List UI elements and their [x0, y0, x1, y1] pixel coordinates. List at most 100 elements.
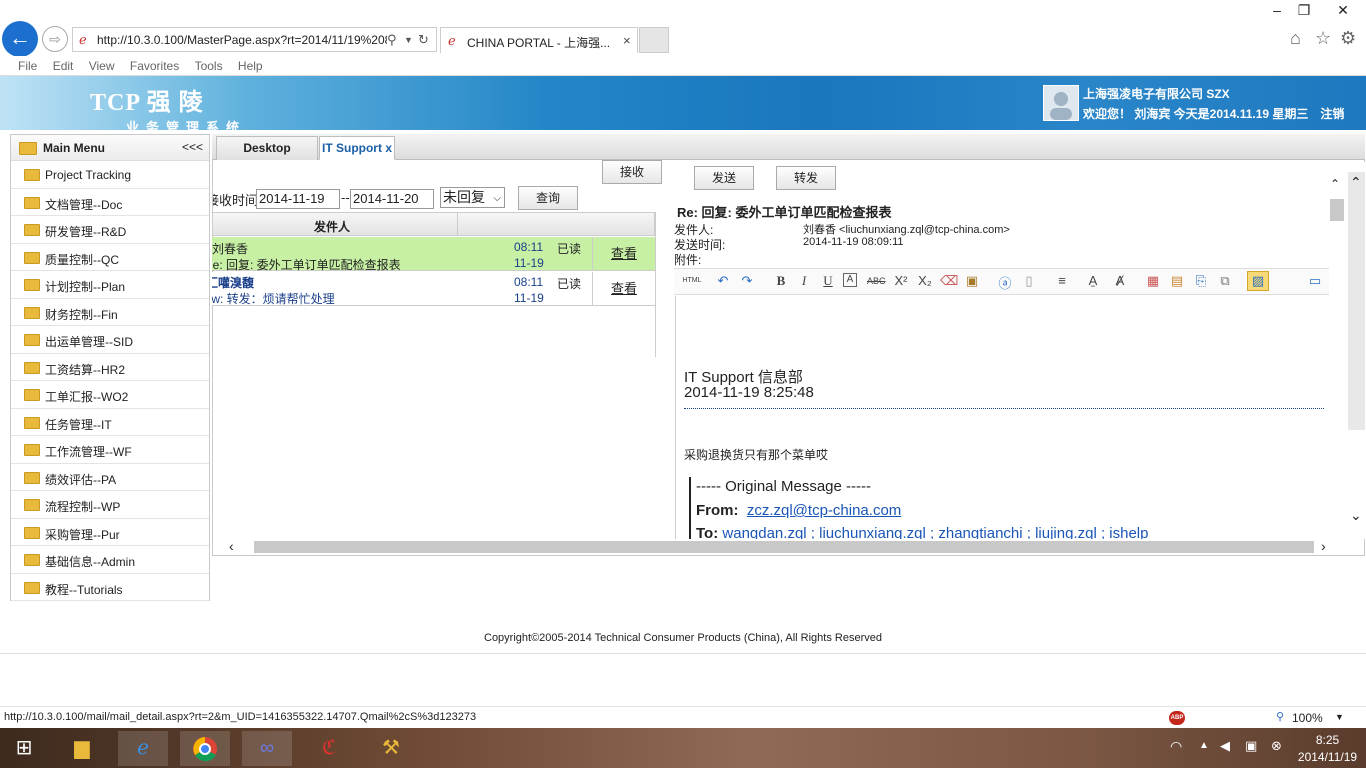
redo-icon[interactable]: ↷: [738, 273, 756, 289]
tab-it-support[interactable]: IT Support x: [319, 136, 395, 160]
browser-tab[interactable]: ℯ CHINA PORTAL - 上海强... ×: [440, 27, 638, 53]
image-icon[interactable]: ▦: [1144, 273, 1162, 289]
menu-edit[interactable]: Edit: [53, 56, 74, 76]
internet-explorer-icon[interactable]: ℯ: [118, 731, 168, 766]
sender-column-header[interactable]: 发件人: [314, 218, 350, 235]
underline-icon[interactable]: U: [819, 273, 837, 289]
sidebar-item[interactable]: Project Tracking: [11, 161, 209, 189]
clock-date[interactable]: 2014/11/19: [1295, 750, 1360, 764]
menu-favorites[interactable]: Favorites: [130, 56, 179, 76]
wifi-icon[interactable]: ◠: [1170, 738, 1182, 755]
subscript-icon[interactable]: X₂: [916, 273, 934, 288]
justify-icon[interactable]: ≡: [1053, 273, 1071, 288]
forward-button[interactable]: 转发: [776, 166, 836, 190]
tab-close-icon[interactable]: x: [385, 141, 392, 155]
volume-icon[interactable]: ◀: [1220, 738, 1230, 754]
mail-row[interactable]: 汇嚾溴馥 Fw: 转发：烦请帮忙处理 08:11 11-19 已读 查看: [212, 272, 655, 306]
status-select[interactable]: 未回复 ⌵: [440, 187, 505, 208]
original-from-link[interactable]: zcz.zql@tcp-china.com: [747, 502, 901, 519]
horizontal-scrollbar[interactable]: ‹ ›: [213, 538, 1336, 555]
date-from-input[interactable]: 2014-11-19: [256, 189, 340, 209]
query-button[interactable]: 查询: [518, 186, 578, 210]
sidebar-item[interactable]: 质量控制--QC: [11, 244, 209, 271]
menu-tools[interactable]: Tools: [195, 56, 223, 76]
attachment-icon[interactable]: ⎘: [1192, 273, 1210, 289]
action-center-icon[interactable]: ⊗: [1271, 738, 1282, 754]
font-color-icon[interactable]: A: [843, 273, 857, 287]
font-size-up-icon[interactable]: A̱: [1084, 273, 1102, 288]
scroll-right-icon[interactable]: ›: [1321, 538, 1326, 554]
preview-mode-icon[interactable]: ▨: [1247, 271, 1269, 291]
sidebar-item[interactable]: 财务控制--Fin: [11, 299, 209, 326]
sidebar-item[interactable]: 工资结算--HR2: [11, 354, 209, 381]
app-red-icon[interactable]: ℭ: [304, 731, 354, 766]
refresh-icon[interactable]: ↻: [418, 32, 429, 48]
fullscreen-icon[interactable]: ▭: [1306, 273, 1324, 289]
back-button[interactable]: ←: [2, 21, 38, 57]
sidebar-item[interactable]: 任务管理--IT: [11, 409, 209, 436]
strikethrough-icon[interactable]: ABC: [867, 276, 886, 286]
windows-start-icon[interactable]: ⊞: [0, 731, 48, 766]
dropdown-icon[interactable]: ▼: [404, 35, 413, 45]
scroll-down-icon[interactable]: ⌄: [1350, 507, 1362, 524]
font-size-down-icon[interactable]: Ⱥ: [1111, 273, 1129, 288]
logout-link[interactable]: 注销: [1320, 107, 1344, 121]
clock-time[interactable]: 8:25: [1300, 733, 1355, 747]
zoom-dropdown-icon[interactable]: ▼: [1335, 712, 1344, 722]
settings-gear-icon[interactable]: ⚙: [1340, 28, 1356, 49]
sidebar-item[interactable]: 工单汇报--WO2: [11, 381, 209, 409]
tab-desktop[interactable]: Desktop: [216, 136, 318, 160]
search-icon[interactable]: ⚲: [387, 32, 397, 48]
network-icon[interactable]: ▣: [1245, 738, 1257, 754]
scroll-left-icon[interactable]: ‹: [229, 538, 234, 554]
zoom-icon[interactable]: ⚲: [1276, 710, 1284, 723]
restore-button[interactable]: ❐: [1291, 2, 1317, 19]
tab-close-icon[interactable]: ×: [623, 33, 631, 48]
sidebar-item[interactable]: 出运单管理--SID: [11, 326, 209, 354]
vertical-scrollbar[interactable]: ⌃ ⌃ ⌄: [1329, 162, 1365, 539]
scroll-up-small-icon[interactable]: ⌃: [1330, 177, 1340, 191]
html-source-icon[interactable]: HTML: [680, 277, 704, 284]
media-icon[interactable]: ▤: [1168, 273, 1186, 289]
menu-help[interactable]: Help: [238, 56, 263, 76]
sidebar-item[interactable]: 研发管理--R&D: [11, 216, 209, 244]
scroll-thumb[interactable]: [1330, 199, 1344, 221]
bold-icon[interactable]: B: [772, 273, 790, 289]
sidebar-item[interactable]: 文档管理--Doc: [11, 189, 209, 216]
collapse-menu-button[interactable]: <<<: [182, 140, 203, 154]
scroll-up-icon[interactable]: ⌃: [1350, 174, 1362, 191]
sidebar-item[interactable]: 采购管理--Pur: [11, 519, 209, 546]
home-icon[interactable]: ⌂: [1290, 28, 1301, 49]
italic-icon[interactable]: I: [795, 273, 813, 289]
favorites-star-icon[interactable]: ☆: [1315, 28, 1331, 49]
app-infinity-icon[interactable]: ∞: [242, 731, 292, 766]
new-tab-button[interactable]: [639, 27, 669, 53]
view-mail-link[interactable]: 查看: [592, 272, 655, 306]
receive-button[interactable]: 接收: [602, 160, 662, 184]
tools-app-icon[interactable]: ⚒: [366, 731, 416, 766]
sidebar-item[interactable]: 工作流管理--WF: [11, 436, 209, 464]
paste-icon[interactable]: ▣: [963, 273, 981, 289]
paste-text-icon[interactable]: ⓐ: [996, 273, 1014, 292]
mail-row[interactable]: 刘春香 Re: 回复: 委外工单订单匹配检查报表 08:11 11-19 已读 …: [212, 237, 655, 272]
date-to-input[interactable]: 2014-11-20: [350, 189, 434, 209]
sidebar-item[interactable]: 绩效评估--PA: [11, 464, 209, 491]
paste-word-icon[interactable]: ▯: [1020, 273, 1038, 289]
close-window-button[interactable]: ✕: [1326, 2, 1360, 19]
forward-button[interactable]: ⇨: [42, 26, 68, 52]
send-button[interactable]: 发送: [694, 166, 754, 190]
sidebar-item[interactable]: 教程--Tutorials: [11, 574, 209, 601]
sidebar-item[interactable]: 基础信息--Admin: [11, 546, 209, 574]
menu-file[interactable]: File: [18, 56, 37, 76]
file-explorer-icon[interactable]: ▆: [57, 731, 107, 766]
menu-view[interactable]: View: [89, 56, 115, 76]
address-url[interactable]: http://10.3.0.100/MasterPage.aspx?rt=201…: [97, 33, 387, 47]
zoom-level[interactable]: 100%: [1292, 711, 1323, 725]
mail-body-editor[interactable]: IT Support 信息部 2014-11-19 8:25:48 采购退换货只…: [675, 296, 1330, 539]
tray-expand-icon[interactable]: ▲: [1199, 740, 1209, 751]
sidebar-item[interactable]: 计划控制--Plan: [11, 271, 209, 299]
address-bar[interactable]: ℯ http://10.3.0.100/MasterPage.aspx?rt=2…: [72, 27, 437, 52]
undo-icon[interactable]: ↶: [714, 273, 732, 289]
view-mail-link[interactable]: 查看: [592, 237, 655, 271]
copy-format-icon[interactable]: ⧉: [1216, 273, 1234, 289]
